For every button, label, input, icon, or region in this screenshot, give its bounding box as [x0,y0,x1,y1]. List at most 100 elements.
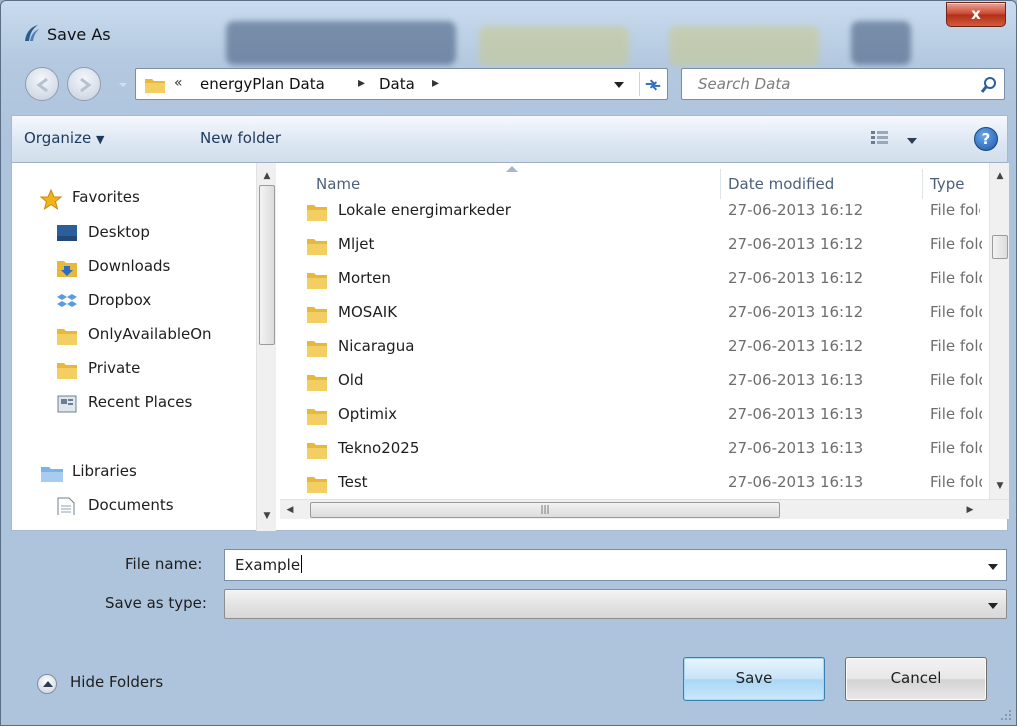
collapse-up-icon [37,674,57,694]
scrollbar-thumb[interactable] [259,185,275,345]
new-folder-button[interactable]: New folder [200,129,281,147]
file-name: MOSAIK [338,303,398,321]
nav-item-documents[interactable]: Documents [12,491,252,515]
scroll-down-icon[interactable]: ▼ [257,507,277,525]
close-button[interactable]: x [946,2,1006,27]
breadcrumb-separator-icon[interactable]: ▸ [432,75,439,91]
scroll-right-icon[interactable]: ▶ [960,501,980,519]
scrollbar-thumb[interactable] [992,235,1008,259]
breadcrumb-separator-icon[interactable]: ▸ [358,75,365,91]
chevron-down-icon[interactable] [988,602,998,610]
column-divider[interactable] [720,169,721,199]
file-row[interactable]: Optimix 27-06-2013 16:13 File fold [280,399,982,433]
back-button[interactable] [25,67,59,101]
save-as-type-select[interactable] [224,589,1007,619]
back-arrow-icon [36,77,48,93]
dropbox-icon [57,294,77,307]
file-row[interactable]: Test 27-06-2013 16:13 File fold [280,467,982,501]
file-name: Morten [338,269,391,287]
nav-item-downloads[interactable]: Downloads [12,252,252,284]
folder-icon [307,375,327,391]
nav-item-label: Recent Places [88,393,193,411]
text-caret [301,555,303,573]
nav-favorites[interactable]: Favorites [12,183,252,215]
nav-item-label: Downloads [88,257,171,275]
views-icon[interactable] [870,130,890,146]
file-name-label: File name: [125,555,203,573]
folder-icon [307,205,327,221]
file-name: Optimix [338,405,398,423]
resize-grip-icon[interactable] [1000,709,1012,721]
forward-button[interactable] [67,67,101,101]
nav-item-dropbox[interactable]: Dropbox [12,286,252,318]
column-header-type[interactable]: Type [930,175,964,193]
file-date: 27-06-2013 16:13 [728,473,864,491]
file-name: Lokale energimarkeder [338,201,511,219]
search-icon[interactable] [980,76,998,94]
file-type: File fold [930,337,982,355]
file-type: File fold [930,439,982,457]
libraries-icon [41,467,63,482]
recent-pages-dropdown-icon[interactable] [118,80,128,90]
file-row[interactable]: Old 27-06-2013 16:13 File fold [280,365,982,399]
file-date: 27-06-2013 16:13 [728,439,864,457]
file-name-combobox[interactable]: Example [224,549,1007,581]
file-row[interactable]: Morten 27-06-2013 16:12 File fold [280,263,982,297]
desktop-icon [57,225,77,241]
folder-icon [307,273,327,289]
file-list-horizontal-scrollbar[interactable]: ◀ ||| ▶ [280,499,1009,519]
search-placeholder: Search Data [698,75,791,93]
column-header-date[interactable]: Date modified [728,175,834,193]
column-header-name[interactable]: Name [316,175,360,193]
breadcrumb-item[interactable]: Data [379,75,415,93]
file-row[interactable]: MOSAIK 27-06-2013 16:12 File fold [280,297,982,331]
cancel-button[interactable]: Cancel [845,657,987,701]
file-date: 27-06-2013 16:13 [728,405,864,423]
nav-item-onlyavailableon[interactable]: OnlyAvailableOn [12,320,252,352]
sort-ascending-icon [506,166,518,172]
file-date: 27-06-2013 16:12 [728,337,864,355]
scroll-down-icon[interactable]: ▼ [990,477,1009,495]
file-list-vertical-scrollbar[interactable]: ▲ ▼ [989,163,1009,499]
nav-item-desktop[interactable]: Desktop [12,218,252,250]
breadcrumb-item[interactable]: energyPlan Data [200,75,325,93]
nav-item-recent-places[interactable]: Recent Places [12,388,252,420]
file-type: File fold [930,235,982,253]
address-bar[interactable]: « energyPlan Data ▸ Data ▸ [135,68,668,100]
chevron-down-icon[interactable] [988,563,998,571]
scrollbar-thumb[interactable]: ||| [310,502,780,518]
recent-places-icon [57,395,77,413]
nav-item-private[interactable]: Private [12,354,252,386]
nav-item-label: Dropbox [88,291,152,309]
file-name: Mljet [338,235,375,253]
search-input[interactable]: Search Data [681,68,1005,100]
scroll-left-icon[interactable]: ◀ [280,501,300,519]
save-button[interactable]: Save [683,657,825,701]
file-date: 27-06-2013 16:12 [728,269,864,287]
file-date: 27-06-2013 16:12 [728,201,864,219]
views-dropdown-icon[interactable] [907,137,917,145]
nav-libraries[interactable]: Libraries [12,457,252,489]
folder-icon [307,443,327,459]
file-name: Test [338,473,368,491]
file-row[interactable]: Mljet 27-06-2013 16:12 File fold [280,229,982,263]
file-row[interactable]: Nicaragua 27-06-2013 16:12 File fold [280,331,982,365]
help-icon[interactable]: ? [974,127,998,151]
navigation-scrollbar[interactable]: ▲ ▼ [256,163,276,531]
file-row[interactable]: Tekno2025 27-06-2013 16:13 File fold [280,433,982,467]
file-type: File fold [930,201,980,219]
file-type: File fold [930,303,982,321]
file-name: Nicaragua [338,337,415,355]
scroll-up-icon[interactable]: ▲ [990,167,1009,185]
scroll-up-icon[interactable]: ▲ [257,167,277,185]
header-background [280,163,988,201]
title-bar: Save As x [1,1,1016,61]
refresh-icon[interactable] [639,72,665,96]
folder-icon [307,477,327,493]
breadcrumb-overflow[interactable]: « [174,75,183,91]
save-as-type-label: Save as type: [105,594,207,612]
file-name-input[interactable]: Example [235,555,303,574]
organize-menu[interactable]: Organize ▼ [24,129,104,147]
address-dropdown-icon[interactable] [614,81,624,89]
column-divider[interactable] [922,169,923,199]
